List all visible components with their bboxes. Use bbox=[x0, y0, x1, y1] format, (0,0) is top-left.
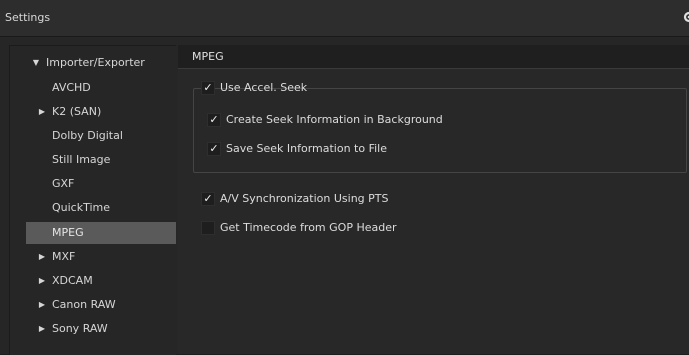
tree-item-xdcam[interactable]: ▶ XDCAM bbox=[26, 270, 176, 292]
tree-item-quicktime[interactable]: QuickTime bbox=[26, 197, 176, 219]
tree-item-canon-raw[interactable]: ▶ Canon RAW bbox=[26, 294, 176, 316]
tree-item-still-image[interactable]: Still Image bbox=[26, 149, 176, 171]
expand-arrow-right-icon[interactable]: ▶ bbox=[32, 246, 52, 268]
checkmark-icon[interactable]: ✓ bbox=[201, 192, 215, 206]
tree-item-mpeg[interactable]: MPEG bbox=[26, 222, 176, 244]
tree-item-gxf[interactable]: GXF bbox=[26, 173, 176, 195]
tree-item-sony-raw[interactable]: ▶ Sony RAW bbox=[26, 318, 176, 340]
panel-title: MPEG bbox=[192, 50, 224, 63]
expand-arrow-right-icon[interactable]: ▶ bbox=[32, 101, 52, 123]
settings-window: Settings ▼ Importer/Exporter AVCHD ▶ K2 … bbox=[0, 0, 689, 355]
timecode-gop-header-checkbox[interactable]: Get Timecode from GOP Header bbox=[201, 220, 461, 236]
use-accel-seek-checkbox[interactable]: ✓ Use Accel. Seek bbox=[201, 80, 307, 96]
create-seek-info-background-checkbox[interactable]: ✓ Create Seek Information in Background bbox=[207, 112, 467, 128]
expand-arrow-right-icon[interactable]: ▶ bbox=[32, 270, 52, 292]
tree-item-importer-exporter[interactable]: ▼ Importer/Exporter bbox=[26, 52, 176, 74]
checkmark-icon[interactable]: ✓ bbox=[201, 81, 215, 95]
av-sync-pts-checkbox[interactable]: ✓ A/V Synchronization Using PTS bbox=[201, 191, 461, 207]
settings-tree: ▼ Importer/Exporter AVCHD ▶ K2 (SAN) Dol… bbox=[9, 45, 176, 355]
title-bar: Settings bbox=[0, 0, 689, 37]
expand-arrow-right-icon[interactable]: ▶ bbox=[32, 318, 52, 340]
checkmark-icon[interactable]: ✓ bbox=[207, 113, 221, 127]
tree-item-mxf[interactable]: ▶ MXF bbox=[26, 246, 176, 268]
expand-arrow-right-icon[interactable]: ▶ bbox=[32, 294, 52, 316]
tree-item-k2-san[interactable]: ▶ K2 (SAN) bbox=[26, 101, 176, 123]
settings-panel: MPEG ✓ Use Accel. Seek ✓ Create Seek Inf… bbox=[178, 45, 689, 354]
checkmark-icon[interactable]: ✓ bbox=[207, 142, 221, 156]
save-seek-info-file-checkbox[interactable]: ✓ Save Seek Information to File bbox=[207, 141, 467, 157]
tree-item-avchd[interactable]: AVCHD bbox=[26, 77, 176, 99]
checkbox-box[interactable] bbox=[201, 221, 215, 235]
tree-item-dolby-digital[interactable]: Dolby Digital bbox=[26, 125, 176, 147]
window-title: Settings bbox=[5, 11, 51, 24]
expand-arrow-down-icon[interactable]: ▼ bbox=[26, 52, 46, 74]
accel-seek-group bbox=[193, 88, 687, 173]
gear-icon[interactable] bbox=[682, 10, 689, 24]
panel-header: MPEG bbox=[178, 45, 689, 69]
